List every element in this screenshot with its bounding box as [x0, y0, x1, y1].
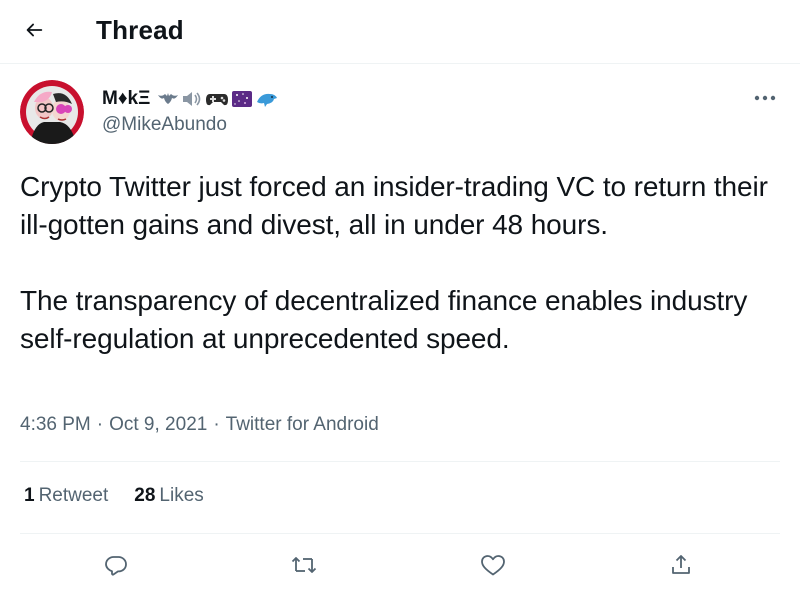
retweet-button[interactable]	[287, 548, 321, 582]
arrow-left-icon	[26, 23, 43, 37]
display-name-text: M♦kΞ	[102, 88, 151, 109]
reply-button[interactable]	[99, 548, 133, 582]
author-handle[interactable]: @MikeAbundo	[102, 114, 227, 136]
page-title: Thread	[96, 15, 184, 45]
back-button[interactable]	[16, 12, 52, 48]
meta-separator: ·	[96, 414, 104, 435]
game-controller-icon	[206, 94, 229, 106]
likes-stat[interactable]: 28 Likes	[134, 485, 204, 507]
retweets-stat[interactable]: 1 Retweet	[24, 485, 108, 507]
likes-count: 28	[134, 485, 156, 506]
reply-icon	[105, 556, 127, 576]
dolphin-icon	[257, 93, 278, 107]
share-button[interactable]	[664, 548, 698, 582]
likes-label: Likes	[159, 485, 204, 506]
bat-icon	[158, 93, 179, 104]
tweet-meta: 4:36 PM · Oct 9, 2021 · Twitter for Android	[20, 414, 379, 436]
avatar[interactable]	[20, 80, 84, 144]
tweet-paragraph: The transparency of decentralized financ…	[20, 285, 748, 354]
share-icon	[672, 555, 690, 574]
tweet-paragraph: Crypto Twitter just forced an insider-tr…	[20, 171, 768, 240]
retweets-count: 1	[24, 485, 35, 506]
more-horizontal-icon	[754, 95, 776, 101]
divider	[20, 533, 780, 534]
divider	[20, 461, 780, 462]
tweet-text: Crypto Twitter just forced an insider-tr…	[20, 168, 780, 358]
tweet-stats: 1 Retweet 28 Likes	[24, 485, 204, 507]
night-sky-icon	[232, 91, 253, 107]
name-emojis	[157, 90, 279, 108]
speaker-icon	[183, 92, 201, 106]
tweet-time[interactable]: 4:36 PM	[20, 414, 91, 435]
like-button[interactable]	[476, 548, 510, 582]
retweets-label: Retweet	[38, 485, 109, 506]
tweet-date[interactable]: Oct 9, 2021	[109, 414, 207, 435]
tweet-actions	[0, 548, 800, 582]
meta-separator: ·	[213, 414, 220, 435]
thread-header: Thread	[0, 0, 800, 64]
display-name[interactable]: M♦kΞ	[102, 88, 279, 110]
retweet-icon	[291, 557, 317, 573]
more-options-button[interactable]	[750, 86, 780, 110]
tweet-source[interactable]: Twitter for Android	[226, 414, 379, 435]
heart-icon	[481, 555, 505, 576]
